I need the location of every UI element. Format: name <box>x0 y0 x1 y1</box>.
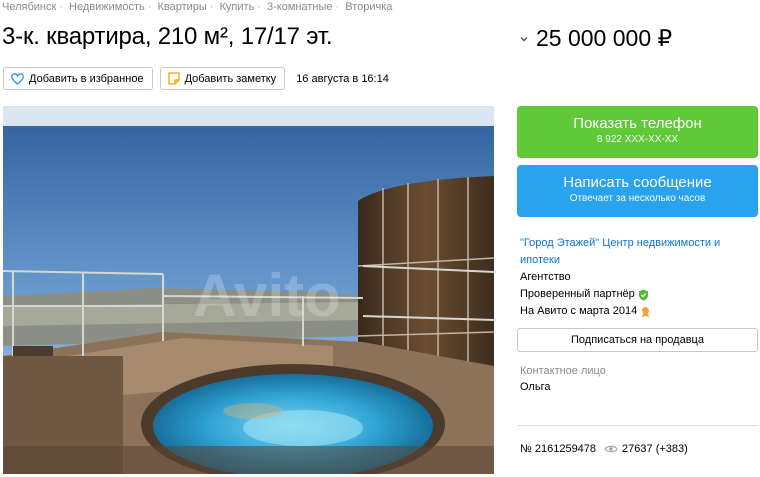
note-icon <box>167 72 180 85</box>
show-phone-label: Показать телефон <box>573 115 702 132</box>
heart-icon <box>11 72 24 85</box>
breadcrumb-separator: · <box>335 1 340 13</box>
breadcrumb-separator: · <box>209 1 214 13</box>
contact-person-label: Контактное лицо <box>520 365 606 377</box>
write-message-label: Написать сообщение <box>563 174 712 191</box>
show-phone-button[interactable]: Показать телефон 8 922 XXX-XX-XX <box>517 106 758 158</box>
breadcrumb-separator: · <box>257 1 261 13</box>
seller-type-text: Агентство <box>520 271 571 283</box>
seller-type: Агентство <box>520 269 758 286</box>
price-block: 25 000 000 ₽ <box>517 25 672 52</box>
verified-partner-text: Проверенный партнёр <box>520 288 635 300</box>
seller-since: На Авито с марта 2014 <box>520 303 758 320</box>
breadcrumb-separator: · <box>147 1 152 13</box>
add-to-favorites-label: Добавить в избранное <box>29 72 144 85</box>
breadcrumb-item[interactable]: Челябинск <box>2 1 56 13</box>
eye-icon <box>604 445 618 453</box>
divider <box>517 425 758 426</box>
contact-person-name: Ольга <box>520 381 551 393</box>
seller-name-link[interactable]: "Город Этажей" Центр недвижимости и ипот… <box>520 235 758 269</box>
listing-id: № 2161259478 <box>520 443 597 455</box>
seller-info: "Город Этажей" Центр недвижимости и ипот… <box>520 235 758 320</box>
add-to-favorites-button[interactable]: Добавить в избранное <box>3 67 153 90</box>
add-note-label: Добавить заметку <box>184 72 277 85</box>
subscribe-seller-button[interactable]: Подписаться на продавца <box>517 328 758 352</box>
write-message-button[interactable]: Написать сообщение Отвечает за несколько… <box>517 165 758 217</box>
add-note-button[interactable]: Добавить заметку <box>159 67 286 90</box>
chevron-down-icon[interactable] <box>517 32 531 46</box>
verified-partner: Проверенный партнёр <box>520 286 758 303</box>
breadcrumb-item[interactable]: Купить <box>220 1 255 13</box>
breadcrumb-item[interactable]: Квартиры <box>157 1 206 13</box>
photo-watermark: Avito <box>193 262 341 329</box>
listing-photo[interactable]: Avito <box>3 106 494 474</box>
response-time: Отвечает за несколько часов <box>569 193 706 204</box>
seller-since-text: На Авито с марта 2014 <box>520 305 638 317</box>
breadcrumb-item[interactable]: Вторичка <box>345 1 392 13</box>
price: 25 000 000 ₽ <box>536 25 673 51</box>
breadcrumb: Челябинск · Недвижимость · Квартиры · Купит… <box>2 1 392 13</box>
phone-number-masked: 8 922 XXX-XX-XX <box>596 134 679 145</box>
view-count: 27637 (+383) <box>622 443 688 455</box>
breadcrumb-separator: · <box>59 1 63 13</box>
listing-actions: Добавить в избранное Добавить заметку 16… <box>3 67 389 90</box>
breadcrumb-item[interactable]: 3-комнатные <box>267 1 332 13</box>
page-title: 3-к. квартира, 210 м², 17/17 эт. <box>2 23 333 50</box>
listing-meta: № 2161259478 27637 (+383) <box>520 443 688 455</box>
breadcrumb-item[interactable]: Недвижимость <box>69 1 145 13</box>
publish-date: 16 августа в 16:14 <box>296 72 389 85</box>
verified-shield-icon <box>638 289 648 300</box>
badge-icon <box>642 306 650 317</box>
